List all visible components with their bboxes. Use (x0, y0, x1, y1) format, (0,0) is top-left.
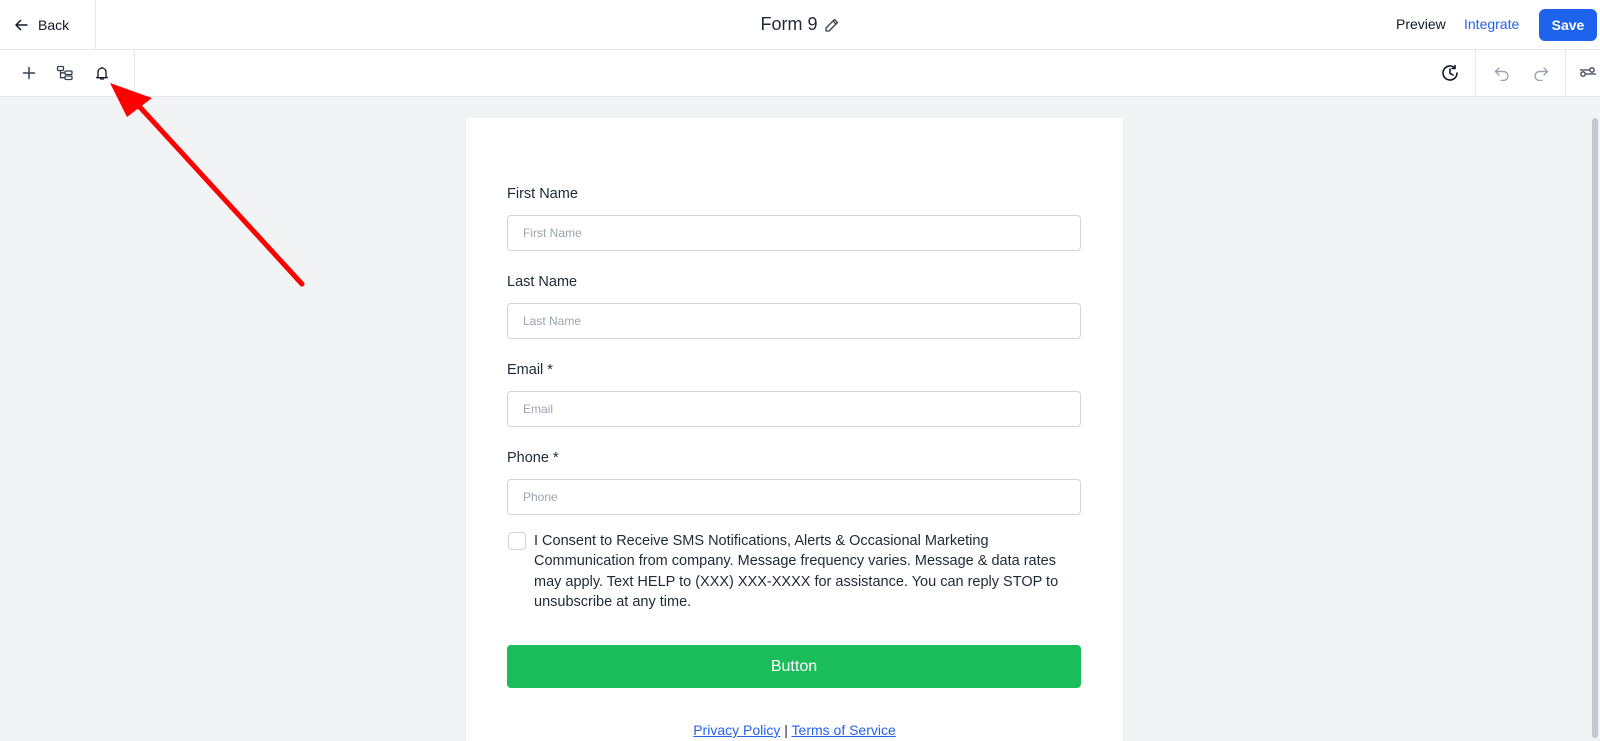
last-name-label: Last Name (507, 274, 578, 290)
form-title[interactable]: Form 9 (760, 14, 817, 35)
save-button[interactable]: Save (1539, 9, 1597, 41)
integrate-button[interactable]: Integrate (1464, 16, 1519, 32)
redo-icon[interactable] (1529, 61, 1553, 85)
top-header: Back Form 9 Preview Integrate Save (0, 0, 1600, 50)
privacy-policy-link[interactable]: Privacy Policy (693, 722, 780, 738)
last-name-input[interactable] (507, 303, 1081, 339)
history-icon[interactable] (1438, 61, 1462, 85)
footer-separator: | (780, 722, 792, 738)
submit-button[interactable]: Button (507, 645, 1081, 688)
sms-consent-checkbox[interactable] (508, 532, 526, 550)
phone-input[interactable] (507, 479, 1081, 515)
undo-icon[interactable] (1490, 61, 1514, 85)
arrow-left-icon (15, 19, 28, 30)
first-name-input[interactable] (507, 215, 1081, 251)
settings-sliders-icon[interactable] (1576, 61, 1600, 85)
editor-toolbar (0, 50, 1600, 97)
terms-of-service-link[interactable]: Terms of Service (792, 722, 896, 738)
pencil-icon[interactable] (824, 17, 840, 33)
scrollbar-thumb[interactable] (1592, 118, 1598, 738)
preview-button[interactable]: Preview (1396, 16, 1446, 32)
back-button[interactable]: Back (0, 0, 96, 49)
first-name-label: First Name (507, 186, 578, 202)
toolbar-divider (1565, 50, 1566, 96)
phone-label: Phone * (507, 450, 559, 466)
back-label: Back (38, 16, 70, 33)
form-title-area: Form 9 (0, 0, 1600, 49)
email-label: Email * (507, 362, 553, 378)
toolbar-divider (134, 50, 135, 96)
bell-icon[interactable] (90, 61, 114, 85)
plus-icon[interactable] (17, 61, 41, 85)
form-footer-links: Privacy Policy | Terms of Service (466, 722, 1123, 738)
email-input[interactable] (507, 391, 1081, 427)
sms-consent-text: I Consent to Receive SMS Notifications, … (534, 533, 1059, 611)
toolbar-divider (1475, 50, 1476, 96)
field-tree-icon[interactable] (53, 61, 77, 85)
